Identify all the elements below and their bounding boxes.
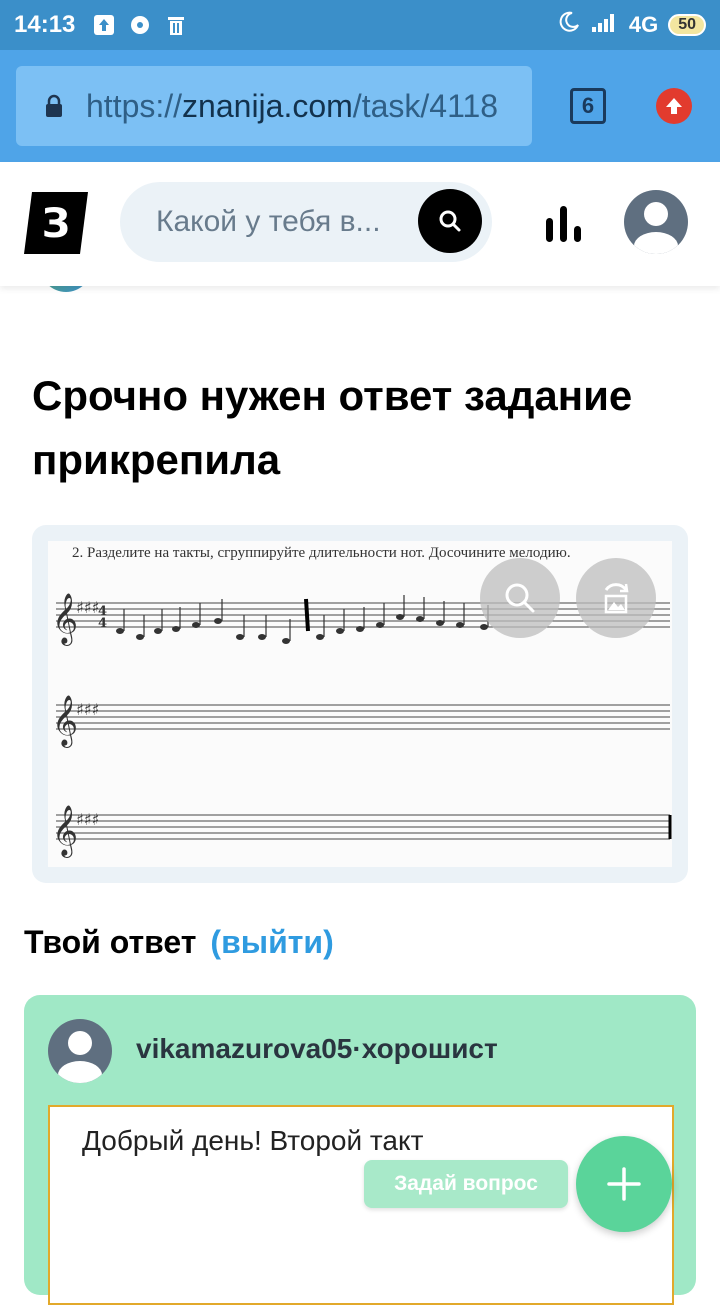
svg-text:♯♯♯: ♯♯♯ [76, 598, 99, 617]
tab-switcher-button[interactable]: 6 [570, 88, 606, 124]
url-path: /task/4118 [352, 87, 499, 124]
rotate-button[interactable] [576, 558, 656, 638]
logo-letter: З [42, 201, 70, 247]
profile-avatar[interactable] [624, 190, 688, 254]
search-bar[interactable]: Какой у тебя в... [120, 182, 492, 262]
ask-question-button[interactable]: Задай вопрос [364, 1160, 568, 1208]
search-button[interactable] [418, 189, 482, 253]
add-question-fab[interactable] [576, 1136, 672, 1232]
svg-text:𝄞: 𝄞 [52, 593, 78, 646]
moon-icon [557, 10, 581, 40]
name-separator: · [352, 1033, 362, 1064]
upload-icon [93, 14, 115, 36]
url-prefix: https:// [86, 87, 183, 124]
svg-text:4: 4 [98, 616, 107, 631]
svg-text:♯♯♯: ♯♯♯ [76, 700, 99, 719]
search-input[interactable]: Какой у тебя в... [156, 205, 381, 239]
answer-text[interactable]: Добрый день! Второй такт [82, 1125, 423, 1157]
address-bar[interactable]: https://znanija.com/task/4118 [16, 66, 532, 146]
disc-icon [129, 14, 151, 36]
question-title: Срочно нужен ответ задание прикрепила [32, 372, 633, 483]
signal-icon [591, 11, 619, 39]
update-button[interactable] [656, 88, 692, 124]
user-icon [58, 1031, 102, 1083]
url-host: znanija.com [182, 87, 353, 124]
magnifier-icon [505, 583, 535, 613]
trash-icon [165, 14, 187, 36]
brand-logo[interactable]: З [24, 192, 88, 254]
user-icon [634, 202, 678, 254]
status-right: 4G 50 [557, 10, 706, 40]
answerer-info: vikamazurova05·хорошист [136, 1033, 498, 1065]
answerer-rank: хорошист [361, 1033, 498, 1064]
rotate-image-icon [604, 583, 629, 614]
plus-icon [607, 1167, 641, 1201]
answerer-username: vikamazurova05 [136, 1033, 353, 1064]
notification-icons [93, 14, 187, 36]
site-header: З Какой у тебя в... [0, 162, 720, 286]
answer-heading-label: Твой ответ [24, 924, 197, 960]
svg-text:𝄞: 𝄞 [52, 695, 78, 748]
answer-heading: Твой ответ (выйти) [24, 924, 334, 961]
browser-toolbar: https://znanija.com/task/4118 6 [0, 50, 720, 162]
zoom-button[interactable] [480, 558, 560, 638]
svg-text:𝄞: 𝄞 [52, 805, 78, 858]
url-text: https://znanija.com/task/4118 [86, 88, 498, 125]
svg-text:♯♯♯: ♯♯♯ [76, 810, 99, 829]
network-type: 4G [628, 12, 659, 37]
answerer-avatar [48, 1019, 112, 1083]
lock-icon [46, 94, 62, 117]
stats-icon[interactable] [544, 204, 584, 244]
search-icon [439, 210, 461, 232]
status-bar: 14:13 4G 50 [0, 0, 720, 50]
status-time: 14:13 [14, 11, 76, 38]
arrow-up-icon [666, 98, 682, 114]
battery-indicator: 50 [668, 14, 706, 36]
logout-link[interactable]: (выйти) [210, 924, 333, 960]
